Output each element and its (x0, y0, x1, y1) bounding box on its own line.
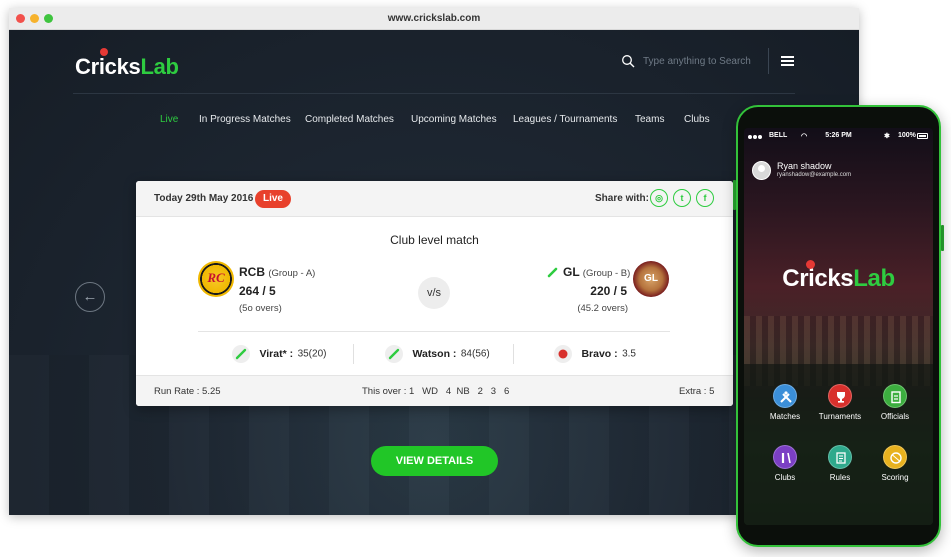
logo-text-cricks: Cricks (75, 54, 141, 79)
player-watson-score: 84(56) (460, 348, 490, 360)
phone-logo-lab: Lab (853, 265, 895, 292)
bat-icon (773, 445, 797, 469)
nav-item-teams[interactable]: Teams (635, 114, 664, 125)
team1-score: 264 / 5 (239, 284, 276, 298)
rcb-logo-text: RC (207, 270, 225, 285)
ball-icon (554, 345, 572, 363)
phone-screen: BELL ◠ 5:26 PM ✱ 100% Ryan shadow ryansh… (744, 128, 933, 525)
facebook-icon[interactable]: f (696, 189, 714, 207)
player-divider (513, 344, 514, 364)
team2-name: GL (Group - B) (563, 265, 630, 279)
logo-ball-icon (100, 48, 108, 56)
view-details-button[interactable]: VIEW DETAILS (371, 446, 498, 476)
menu-item-matches[interactable]: Matches (755, 384, 815, 421)
hamburger-menu-icon[interactable] (781, 56, 794, 66)
player-divider (353, 344, 354, 364)
menu-item-clubs[interactable]: Clubs (755, 445, 815, 482)
run-rate: Run Rate : 5.25 (154, 386, 221, 397)
menu-label-rules: Rules (829, 473, 851, 482)
player-watson: Watson : 84(56) (385, 345, 490, 365)
bat-icon (385, 345, 403, 363)
nav-item-completed[interactable]: Completed Matches (305, 114, 394, 125)
card-divider (198, 331, 670, 332)
nav-item-leagues[interactable]: Leagues / Tournaments (513, 114, 617, 125)
player-watson-name: Watson : (412, 348, 457, 360)
menu-label-scoring: Scoring (881, 473, 909, 482)
instagram-icon[interactable]: ◎ (650, 189, 668, 207)
phone-logo-cricks: Cricks (782, 265, 854, 292)
search-icon[interactable] (621, 54, 635, 68)
team2-score: 220 / 5 (590, 284, 627, 298)
user-name: Ryan shadow (777, 161, 832, 171)
matches-icon (773, 384, 797, 408)
menu-label-officials: Officials (880, 412, 910, 421)
team1-overs: (5o overs) (239, 303, 282, 314)
phone-logo-ball-icon (806, 260, 815, 269)
menu-label-clubs: Clubs (774, 473, 796, 482)
menu-label-matches: Matches (769, 412, 801, 421)
nav-item-clubs[interactable]: Clubs (684, 114, 710, 125)
bat-icon (232, 345, 250, 363)
search-input[interactable] (643, 52, 763, 70)
bluetooth-icon: ✱ (884, 133, 890, 140)
user-email: ryanshadow@example.com (777, 172, 852, 178)
player-bravo: Bravo : 3.5 (554, 345, 636, 365)
main-nav: Live In Progress Matches Completed Match… (9, 114, 859, 130)
menu-item-scoring[interactable]: Scoring (865, 445, 925, 482)
browser-window: www.crickslab.com CricksLab Live In Prog… (9, 8, 859, 515)
ball-icon (883, 445, 907, 469)
header-divider-line (73, 93, 795, 94)
menu-item-turnaments[interactable]: Turnaments (810, 384, 870, 421)
team1-group: (Group - A) (268, 268, 316, 279)
match-title: Club level match (390, 233, 479, 247)
player-bravo-name: Bravo : (581, 348, 618, 360)
avatar[interactable] (752, 161, 771, 180)
phone-power-button (941, 225, 944, 251)
batting-icon (547, 267, 558, 278)
website: CricksLab Live In Progress Matches Compl… (9, 30, 859, 515)
nav-item-live[interactable]: Live (160, 114, 178, 125)
logo-text-lab: Lab (140, 54, 179, 79)
header-divider (768, 48, 769, 74)
gl-logo-text: GL (644, 273, 658, 284)
team2-overs: (45.2 overs) (577, 303, 628, 314)
nav-item-upcoming[interactable]: Upcoming Matches (411, 114, 497, 125)
player-virat-name: Virat* : (259, 348, 294, 360)
battery-icon (917, 133, 928, 139)
address-bar[interactable]: www.crickslab.com (9, 13, 859, 24)
menu-label-turnaments: Turnaments (818, 412, 862, 421)
team1-name-text: RCB (239, 265, 265, 279)
match-card-footer: Run Rate : 5.25 This over : 1 WD 4 NB 2 … (136, 375, 733, 406)
site-logo[interactable]: CricksLab (75, 54, 179, 80)
player-virat: Virat* : 35(20) (232, 345, 326, 365)
rules-icon (828, 445, 852, 469)
gl-team-logo: GL (633, 261, 669, 297)
trophy-icon (828, 384, 852, 408)
menu-item-rules[interactable]: Rules (810, 445, 870, 482)
versus-badge: v/s (418, 277, 450, 309)
menu-item-officials[interactable]: Officials (865, 384, 925, 421)
clipboard-icon (883, 384, 907, 408)
extras: Extra : 5 (679, 386, 715, 397)
team2-name-text: GL (563, 265, 580, 279)
match-card: Today 29th May 2016 Live Share with: ◎ t… (136, 181, 733, 406)
team2-group: (Group - B) (582, 268, 631, 279)
status-bar: BELL ◠ 5:26 PM ✱ 100% (744, 132, 933, 144)
phone-app-logo: CricksLab (744, 265, 933, 293)
twitter-icon[interactable]: t (673, 189, 691, 207)
player-bravo-score: 3.5 (622, 348, 636, 360)
live-badge: Live (255, 190, 291, 208)
phone-mockup: BELL ◠ 5:26 PM ✱ 100% Ryan shadow ryansh… (736, 105, 941, 547)
battery-label: 100% (898, 132, 916, 139)
match-date: Today 29th May 2016 (154, 193, 254, 204)
match-card-header: Today 29th May 2016 Live Share with: ◎ t… (136, 181, 733, 217)
previous-arrow-button[interactable]: ← (75, 282, 105, 312)
rcb-team-logo: RC (198, 261, 234, 297)
share-label: Share with: (595, 193, 649, 204)
team1-name: RCB (Group - A) (239, 265, 315, 279)
player-virat-score: 35(20) (297, 348, 327, 360)
browser-chrome: www.crickslab.com (9, 8, 859, 30)
nav-item-in-progress[interactable]: In Progress Matches (199, 114, 291, 125)
this-over: This over : 1 WD 4 NB 2 3 6 (362, 386, 510, 397)
